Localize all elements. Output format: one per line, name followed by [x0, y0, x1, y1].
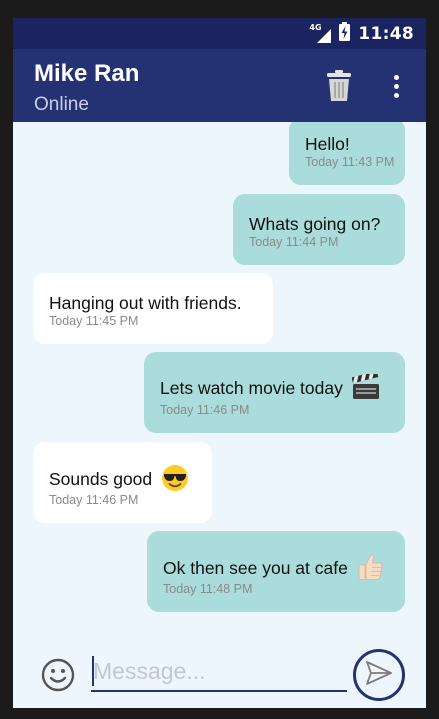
text-cursor	[92, 656, 94, 686]
emoji-picker-icon[interactable]	[41, 658, 75, 692]
message-bubble: Hello! Today 11:43 PM	[289, 122, 405, 185]
status-bar: 4G 11:48	[13, 18, 426, 49]
sunglasses-face-icon	[161, 464, 189, 497]
message-bubble: Whats going on? Today 11:44 PM	[233, 194, 405, 265]
message-list[interactable]: Hello! Today 11:43 PM Whats going on? To…	[13, 122, 426, 632]
overflow-menu-icon[interactable]	[384, 71, 408, 101]
clock: 11:48	[358, 23, 414, 44]
message-timestamp: Today 11:44 PM	[249, 235, 339, 249]
message-text: Hanging out with friends.	[49, 293, 242, 313]
send-button[interactable]	[353, 649, 405, 701]
message-text: Lets watch movie today	[160, 371, 380, 405]
message-timestamp: Today 11:45 PM	[49, 314, 139, 328]
clapper-board-icon	[351, 371, 380, 405]
send-icon	[365, 660, 393, 691]
message-bubble: Sounds good Today 11:46 PM	[33, 442, 212, 523]
message-input[interactable]	[91, 652, 347, 692]
contact-name: Mike Ran	[34, 60, 140, 87]
message-bubble: Ok then see you at cafe Today 11:48 PM	[147, 531, 405, 612]
message-timestamp: Today 11:46 PM	[49, 493, 139, 507]
message-bubble: Hanging out with friends. Today 11:45 PM	[33, 273, 273, 344]
trash-icon[interactable]	[324, 67, 354, 105]
phone-screen: 4G 11:48 Mike Ran Online Hello! Today 11…	[13, 18, 426, 708]
composer	[13, 632, 426, 708]
message-text: Hello!	[305, 134, 350, 154]
contact-status: Online	[34, 94, 89, 115]
message-bubble: Lets watch movie today Today 11:46 PM	[144, 352, 405, 433]
battery-charging-icon	[339, 21, 351, 46]
app-bar: Mike Ran Online	[13, 49, 426, 122]
thumbs-up-icon	[357, 553, 383, 586]
message-text: Whats going on?	[249, 214, 381, 234]
message-timestamp: Today 11:48 PM	[163, 582, 253, 596]
signal-icon: 4G	[309, 23, 332, 43]
message-timestamp: Today 11:43 PM	[305, 155, 395, 169]
message-timestamp: Today 11:46 PM	[160, 403, 250, 417]
